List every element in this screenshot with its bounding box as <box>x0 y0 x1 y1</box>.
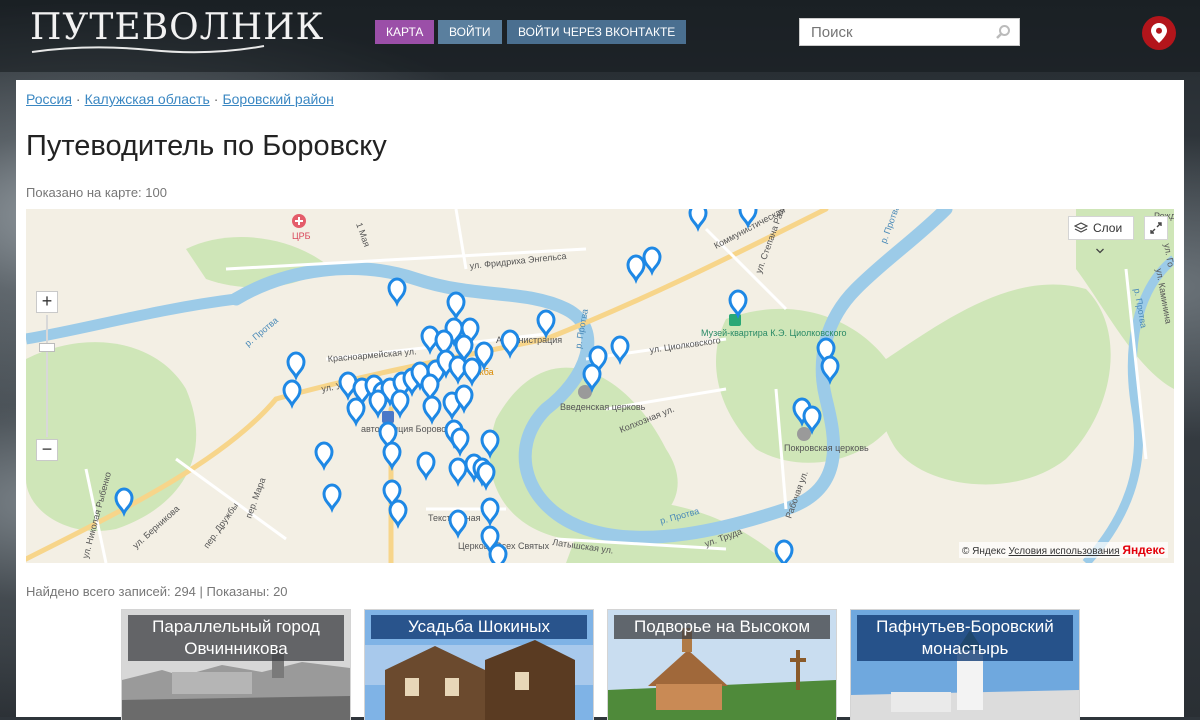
layers-button[interactable]: Слои <box>1068 216 1134 254</box>
card-ovchinnikov-city[interactable]: Параллельный город Овчинникова <box>122 610 350 720</box>
map-marker-icon[interactable] <box>322 483 342 514</box>
map-marker-icon[interactable] <box>382 441 402 472</box>
map-marker-icon[interactable] <box>448 509 468 540</box>
map-marker-icon[interactable] <box>462 357 482 388</box>
shown-on-map-count: Показано на карте: 100 <box>26 185 167 200</box>
map-marker-icon[interactable] <box>688 209 708 233</box>
map-label-crb: ЦРБ <box>292 231 311 241</box>
map-marker-icon[interactable] <box>642 246 662 277</box>
map-marker-icon[interactable] <box>626 254 646 285</box>
layers-label: Слои <box>1093 221 1123 235</box>
map-marker-icon[interactable] <box>446 291 466 322</box>
map-canvas[interactable]: ЦРБ 1 Мая ул. Фридриха Энгельса Коммунис… <box>26 209 1174 563</box>
map-marker-icon[interactable] <box>728 289 748 320</box>
fullscreen-button[interactable] <box>1144 216 1168 240</box>
zoom-out-button[interactable]: − <box>36 439 58 461</box>
map-copyright: © Яндекс Условия использования Яндекс <box>958 542 1168 558</box>
card-title: Усадьба Шокиных <box>371 615 587 639</box>
map-label-pokrovskaya: Покровская церковь <box>784 443 869 453</box>
card-title: Параллельный город Овчинникова <box>128 615 344 661</box>
nav-login-vk-button[interactable]: Войти через Вконтакте <box>507 20 687 44</box>
map-marker-icon[interactable] <box>314 441 334 472</box>
map-marker-icon[interactable] <box>448 457 468 488</box>
site-logo[interactable]: ПУТЕВОЛНИК <box>30 8 323 58</box>
map-marker-icon[interactable] <box>450 427 470 458</box>
map-label-mara: пер. Мара <box>243 476 267 519</box>
records-found-count: Найдено всего записей: 294 | Показаны: 2… <box>26 584 288 599</box>
map-marker-icon[interactable] <box>422 395 442 426</box>
zoom-in-button[interactable]: + <box>36 291 58 313</box>
map-label-druzhby: пер. Дружбы <box>201 501 240 550</box>
header: ПУТЕВОЛНИК Карта Войти Войти через Вконт… <box>0 0 1200 72</box>
map-marker-icon[interactable] <box>476 461 496 492</box>
church-icon[interactable] <box>797 427 811 441</box>
search-box <box>799 18 1020 46</box>
map-marker-icon[interactable] <box>488 543 508 563</box>
location-pin-icon <box>1151 23 1167 43</box>
map[interactable]: ЦРБ 1 Мая ул. Фридриха Энгельса Коммунис… <box>26 209 1174 563</box>
chevron-down-icon <box>1096 248 1104 254</box>
map-parks <box>26 209 1174 563</box>
card-title: Пафнутьев-Боровский монастырь <box>857 615 1073 661</box>
map-marker-icon[interactable] <box>346 397 366 428</box>
breadcrumb-borovsk-district[interactable]: Боровский район <box>222 91 333 107</box>
map-marker-icon[interactable] <box>282 379 302 410</box>
zoom-slider-handle[interactable] <box>39 343 55 352</box>
fullscreen-icon <box>1150 222 1162 234</box>
logo-swoosh-icon <box>31 45 265 54</box>
map-marker-icon[interactable] <box>286 351 306 382</box>
zoom-control: + − <box>36 291 58 461</box>
zoom-track[interactable] <box>46 315 48 437</box>
map-marker-icon[interactable] <box>390 389 410 420</box>
map-label-tsiolkovskogo: ул. Циолковского <box>649 335 721 355</box>
yandex-logo: Яндекс <box>1122 543 1165 557</box>
map-marker-icon[interactable] <box>610 335 630 366</box>
nav-login-button[interactable]: Войти <box>438 20 502 44</box>
breadcrumb-russia[interactable]: Россия <box>26 91 72 107</box>
card-shokin-estate[interactable]: Усадьба Шокиных <box>365 610 593 720</box>
map-marker-icon[interactable] <box>536 309 556 340</box>
breadcrumb-kaluga-region[interactable]: Калужская область <box>85 91 210 107</box>
bus-station-icon[interactable] <box>382 411 394 423</box>
terms-link[interactable]: Условия использования <box>1009 546 1120 557</box>
map-label-protva-4: р. Протва <box>878 209 901 245</box>
map-label-museum: Музей-квартира К.Э. Циолковского <box>701 328 847 338</box>
map-marker-icon[interactable] <box>420 373 440 404</box>
map-marker-icon[interactable] <box>480 497 500 528</box>
card-pafnutiev-monastery[interactable]: Пафнутьев-Боровский монастырь <box>851 610 1079 720</box>
page-title: Путеводитель по Боровску <box>26 130 387 162</box>
search-icon[interactable] <box>995 24 1011 40</box>
map-marker-icon[interactable] <box>500 329 520 360</box>
breadcrumb: Россия · Калужская область · Боровский район <box>26 91 334 107</box>
map-label-may1: 1 Мая <box>354 221 372 248</box>
card-podvorye[interactable]: Подворье на Высоком <box>608 610 836 720</box>
location-button[interactable] <box>1142 16 1176 50</box>
nav-map-button[interactable]: Карта <box>375 20 435 44</box>
layers-icon <box>1074 222 1088 233</box>
map-marker-icon[interactable] <box>416 451 436 482</box>
map-label-vvedenskaya: Введенская церковь <box>560 402 646 412</box>
content-panel: Россия · Калужская область · Боровский район… <box>16 80 1184 720</box>
map-marker-icon[interactable] <box>387 277 407 308</box>
card-title: Подворье на Высоком <box>614 615 830 639</box>
map-label-avtostanciya: автостанция Боровск <box>361 424 450 434</box>
map-label-krasnoarm: Красноармейская ул. <box>327 346 417 364</box>
copyright-text: © Яндекс <box>961 546 1006 557</box>
search-input[interactable] <box>800 19 991 45</box>
map-label-protva-1: р. Протва <box>243 315 280 348</box>
